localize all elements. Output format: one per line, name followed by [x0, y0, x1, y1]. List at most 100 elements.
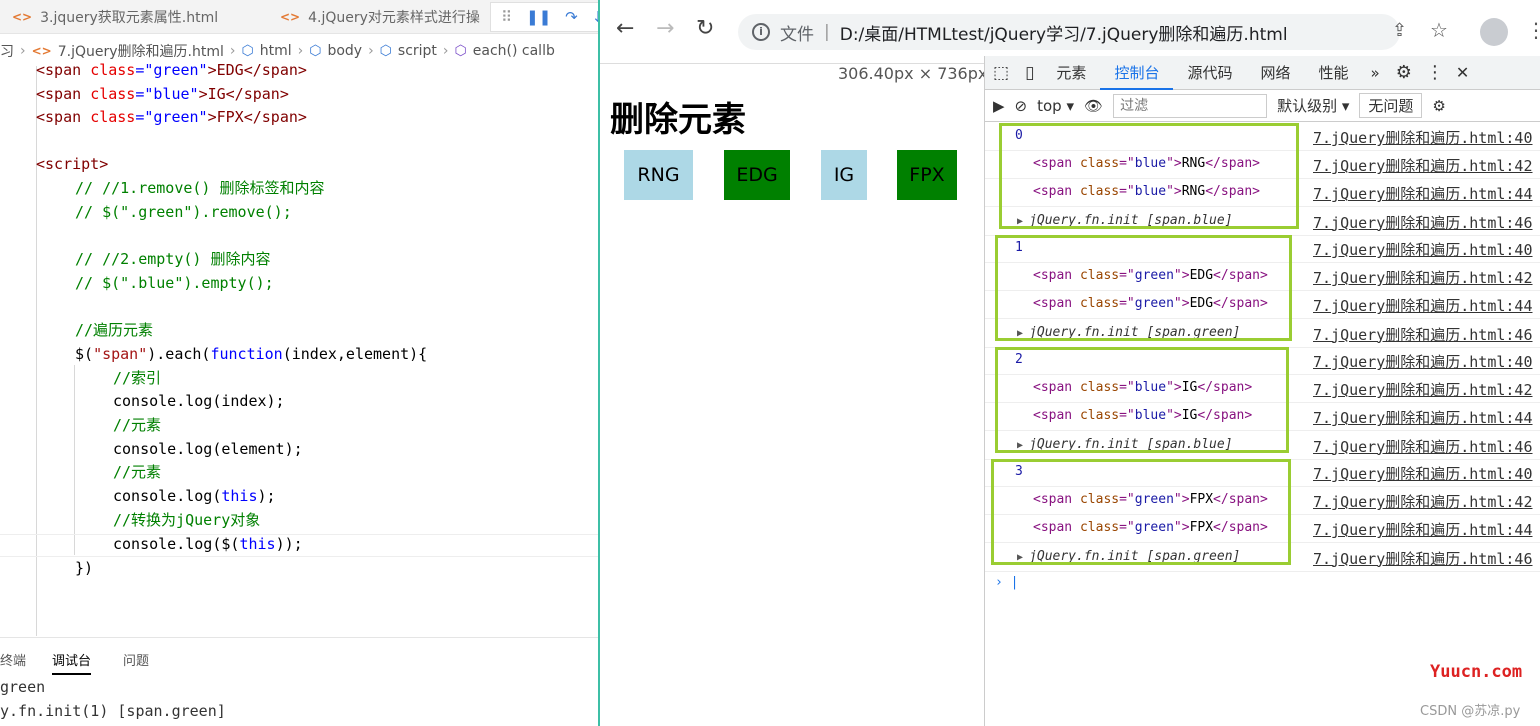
reload-icon[interactable]: ↻ [696, 16, 714, 41]
source-link[interactable]: 7.jQuery删除和遍历.html:44 [1313, 519, 1533, 540]
html-file-icon: <> [12, 10, 33, 24]
breadcrumb-item[interactable]: body [327, 43, 362, 59]
devtools-tab-elements[interactable]: 元素 [1042, 56, 1100, 90]
step-over-icon[interactable]: ↷ [565, 8, 578, 26]
source-link[interactable]: 7.jQuery删除和遍历.html:40 [1313, 351, 1533, 372]
issues-button[interactable]: 无问题 [1359, 93, 1423, 118]
code-line: <span class="blue">IG</span> [36, 85, 289, 103]
source-link[interactable]: 7.jQuery删除和遍历.html:42 [1313, 267, 1533, 288]
menu-dots-icon[interactable]: ⋮ [1526, 18, 1540, 42]
breadcrumb-item[interactable]: script [398, 43, 437, 59]
forward-arrow-icon[interactable]: → [656, 16, 674, 41]
source-link[interactable]: 7.jQuery删除和遍历.html:46 [1313, 212, 1533, 233]
devtools-panel: ⬚ ▯ 元素 控制台 源代码 网络 性能 » ⚙ ⋮ ✕ ▶ ⊘ top ▾ 👁… [984, 56, 1540, 726]
eye-icon[interactable]: 👁 [1084, 97, 1103, 115]
debug-output-line: y.fn.init(1) [span.green] [0, 702, 226, 720]
browser-window: ← → ↻ i 文件 | D:/桌面/HTMLtest/jQuery学习/7.j… [598, 0, 1540, 726]
breadcrumb-item[interactable]: each() callb [473, 43, 555, 59]
source-link[interactable]: 7.jQuery删除和遍历.html:40 [1313, 239, 1533, 260]
page-heading: 删除元素 [610, 100, 746, 140]
code-line: <script> [36, 155, 109, 173]
log-levels-select[interactable]: 默认级别 ▾ [1277, 95, 1349, 116]
code-line: console.log(this); [113, 487, 276, 505]
devtools-tab-bar: ⬚ ▯ 元素 控制台 源代码 网络 性能 » ⚙ ⋮ ✕ [985, 56, 1540, 90]
debug-output-line: green [0, 678, 46, 696]
editor-tab-3[interactable]: <> 3.jquery获取元素属性.html [0, 0, 230, 34]
source-link[interactable]: 7.jQuery删除和遍历.html:44 [1313, 295, 1533, 316]
filter-input[interactable]: 过滤 [1113, 93, 1268, 118]
url-scheme-label: 文件 [780, 24, 814, 45]
source-link[interactable]: 7.jQuery删除和遍历.html:42 [1313, 379, 1533, 400]
menu-dots-icon[interactable]: ⋮ [1420, 62, 1450, 83]
address-bar[interactable]: i 文件 | D:/桌面/HTMLtest/jQuery学习/7.jQuery删… [738, 14, 1400, 50]
close-icon[interactable]: ✕ [1450, 63, 1475, 82]
source-link[interactable]: 7.jQuery删除和遍历.html:42 [1313, 155, 1533, 176]
span-ig: IG [821, 150, 867, 200]
panel-tab-terminal[interactable]: 终端 [0, 650, 26, 669]
code-line: //元素 [113, 416, 162, 434]
highlight-box [995, 235, 1292, 341]
console-prompt[interactable]: › | [995, 575, 1018, 590]
panel-tab-debug-console[interactable]: 调试台 [52, 650, 92, 675]
cube-icon: ⬡ [241, 43, 254, 59]
info-icon[interactable]: i [752, 23, 770, 41]
chevron-right-icon: › [229, 43, 236, 59]
bookmark-star-icon[interactable]: ☆ [1430, 18, 1448, 42]
source-link[interactable]: 7.jQuery删除和遍历.html:42 [1313, 491, 1533, 512]
code-line: //遍历元素 [75, 321, 154, 339]
share-icon[interactable]: ⇪ [1392, 20, 1407, 41]
span-edg: EDG [724, 150, 790, 200]
code-line: console.log(index); [113, 392, 285, 410]
clear-console-icon[interactable]: ⊘ [1015, 97, 1028, 115]
more-tabs-icon[interactable]: » [1363, 64, 1388, 82]
device-toolbar-icon[interactable]: ▯ [1017, 63, 1042, 83]
code-line: // //2.empty() 删除内容 [75, 250, 271, 268]
browser-toolbar: ← → ↻ i 文件 | D:/桌面/HTMLtest/jQuery学习/7.j… [600, 0, 1540, 64]
console-toolbar: ▶ ⊘ top ▾ 👁 过滤 默认级别 ▾ 无问题 ⚙ [985, 90, 1540, 122]
devtools-tab-console[interactable]: 控制台 [1100, 56, 1174, 90]
devtools-tab-network[interactable]: 网络 [1246, 56, 1304, 90]
cube-icon: ⬡ [379, 43, 392, 59]
source-link[interactable]: 7.jQuery删除和遍历.html:46 [1313, 324, 1533, 345]
devtools-tab-performance[interactable]: 性能 [1304, 56, 1362, 90]
highlight-box [991, 459, 1291, 565]
source-link[interactable]: 7.jQuery删除和遍历.html:44 [1313, 407, 1533, 428]
highlight-box [995, 347, 1289, 453]
url-separator: | [824, 22, 830, 42]
breadcrumb-item[interactable]: 习 [0, 41, 14, 61]
chevron-right-icon: › [368, 43, 374, 59]
context-select[interactable]: top ▾ [1037, 97, 1074, 115]
code-line: // $(".blue").empty(); [75, 274, 274, 292]
source-link[interactable]: 7.jQuery删除和遍历.html:44 [1313, 183, 1533, 204]
chevron-right-icon: › [297, 43, 304, 59]
source-link[interactable]: 7.jQuery删除和遍历.html:46 [1313, 436, 1533, 457]
code-line: console.log(element); [113, 440, 303, 458]
code-line: <span class="green">EDG</span> [36, 61, 307, 79]
code-line: <span class="green">FPX</span> [36, 108, 307, 126]
editor-tab-4[interactable]: <> 4.jQuery对元素样式进行操 [268, 0, 492, 34]
html-file-icon: <> [280, 10, 301, 24]
watermark-author: CSDN @苏凉.py [1420, 704, 1521, 719]
sidebar-toggle-icon[interactable]: ▶ [993, 97, 1005, 115]
pause-icon[interactable]: ❚❚ [526, 8, 551, 26]
inspect-element-icon[interactable]: ⬚ [985, 63, 1017, 83]
devtools-tab-sources[interactable]: 源代码 [1173, 56, 1246, 90]
source-link[interactable]: 7.jQuery删除和遍历.html:40 [1313, 127, 1533, 148]
code-line: }) [75, 559, 94, 577]
drag-handle-icon[interactable]: ⠿ [501, 8, 512, 26]
breadcrumb-item[interactable]: html [260, 43, 292, 59]
breadcrumb-item[interactable]: 7.jQuery删除和遍历.html [58, 41, 224, 61]
chevron-right-icon: › [442, 43, 449, 59]
chevron-right-icon: › [20, 43, 26, 59]
source-link[interactable]: 7.jQuery删除和遍历.html:40 [1313, 463, 1533, 484]
debug-toolbar: ⠿ ❚❚ ↷ ↓ [490, 2, 600, 32]
console-log: 0 7.jQuery删除和遍历.html:40 <span class="blue"… [985, 123, 1540, 723]
gear-icon[interactable]: ⚙ [1388, 62, 1420, 83]
gear-icon[interactable]: ⚙ [1432, 97, 1445, 115]
editor-tab-label: 4.jQuery对元素样式进行操 [308, 10, 480, 26]
back-arrow-icon[interactable]: ← [616, 16, 634, 41]
source-link[interactable]: 7.jQuery删除和遍历.html:46 [1313, 548, 1533, 569]
panel-tab-problems[interactable]: 问题 [123, 650, 149, 669]
profile-avatar[interactable] [1480, 18, 1508, 46]
highlight-box [999, 123, 1299, 229]
